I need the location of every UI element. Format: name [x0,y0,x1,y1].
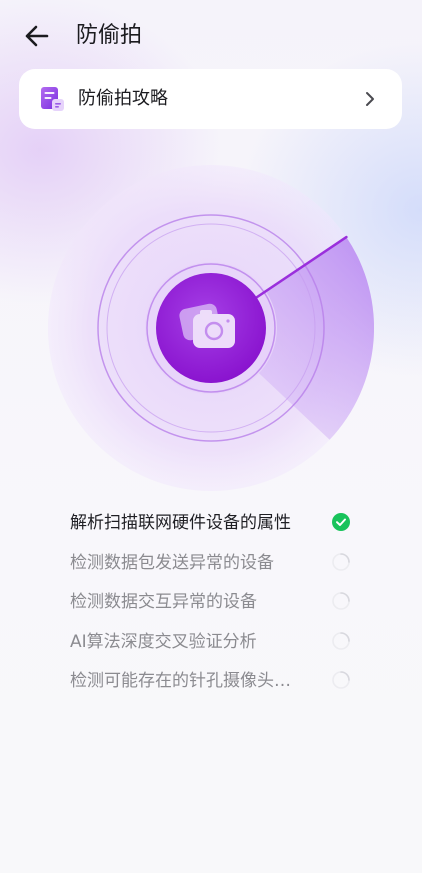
pending-spinner-icon [332,631,350,650]
check-item-hardware-properties: 解析扫描联网硬件设备的属性 [70,506,360,546]
check-item-label: AI算法深度交叉验证分析 [70,631,257,652]
check-item-label: 解析扫描联网硬件设备的属性 [70,513,291,533]
check-item-interaction-anomaly: 检测数据交互异常的设备 [70,585,360,625]
scan-checklist: 解析扫描联网硬件设备的属性 检测数据包发送异常的设备 检测数据交互异常的设备 A… [70,506,360,704]
arrow-left-icon [16,18,56,54]
check-item-label: 检测数据包发送异常的设备 [70,552,274,573]
top-bar: 防偷拍 [0,0,422,70]
check-item-label: 检测数据交互异常的设备 [70,592,257,612]
scan-radar [48,165,374,491]
anti-spy-guide-card[interactable]: 防偷拍攻略 [19,69,402,129]
back-button[interactable] [16,18,56,54]
guide-label: 防偷拍攻略 [78,88,168,109]
pending-spinner-icon [332,552,350,571]
check-item-ai-cross-validation: AI算法深度交叉验证分析 [70,625,360,665]
check-done-icon [332,513,350,531]
check-item-packet-anomaly: 检测数据包发送异常的设备 [70,546,360,586]
pending-spinner-icon [332,671,350,689]
chevron-right-icon [364,90,376,108]
page-title: 防偷拍 [76,23,143,48]
check-item-label: 检测可能存在的针孔摄像头… [70,671,291,691]
check-item-pinhole-camera: 检测可能存在的针孔摄像头… [70,664,360,704]
pending-spinner-icon [332,592,350,610]
document-guide-icon [40,86,66,112]
